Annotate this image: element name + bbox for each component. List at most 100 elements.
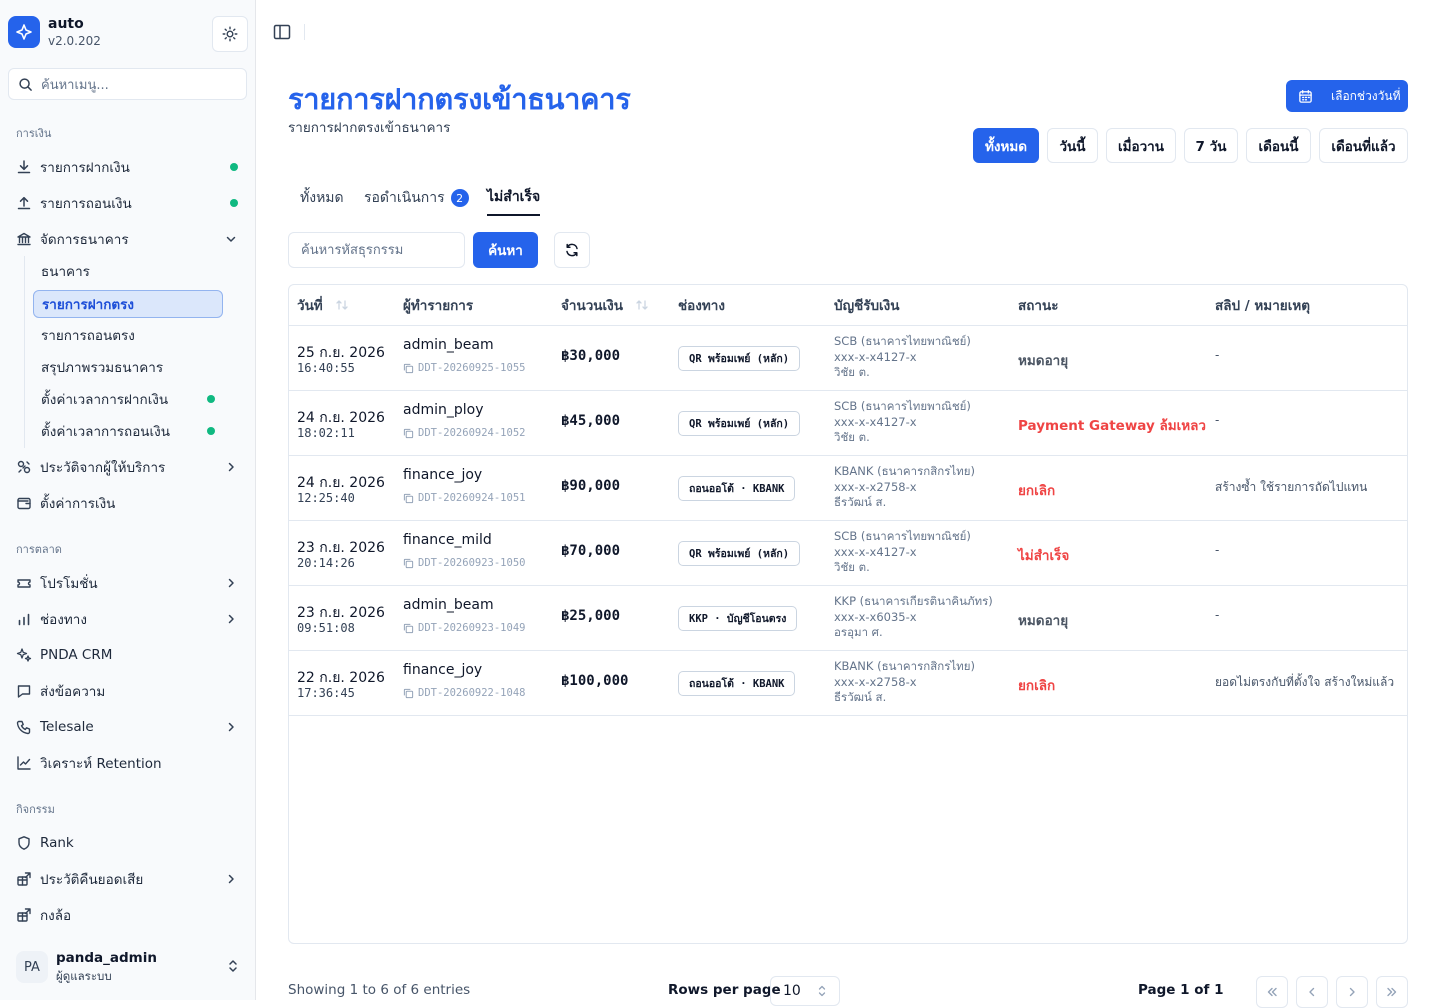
sidebar-subitem-bank-summary[interactable]: สรุปภาพรวมธนาคาร	[33, 353, 223, 381]
first-page-button[interactable]	[1256, 976, 1288, 1008]
table-row[interactable]: 25 ก.ย. 2026 16:40:55 admin_beam DDT-202609…	[289, 326, 1407, 391]
gift-share-icon	[16, 907, 32, 923]
sidebar-item-bank-management[interactable]: จัดการธนาคาร	[8, 223, 248, 255]
chevrons-up-down-icon	[818, 985, 826, 997]
sidebar-item-wheel[interactable]: กงล้อ	[8, 899, 248, 931]
table-row[interactable]: 23 ก.ย. 2026 09:51:08 admin_beam DDT-202609…	[289, 586, 1407, 651]
row-note: สร้างซ้ำ ใช้รายการถัดไปแทน	[1215, 480, 1368, 494]
entries-info: Showing 1 to 6 of 6 entries	[288, 982, 471, 998]
table-row[interactable]: 24 ก.ย. 2026 12:25:40 finance_joy DDT-20260…	[289, 456, 1407, 521]
chevron-right-icon	[228, 614, 234, 624]
row-amount: ฿45,000	[561, 413, 621, 429]
sidebar-subitem-bank[interactable]: ธนาคาร	[33, 257, 223, 285]
menu-search-input[interactable]	[41, 75, 239, 95]
status-dot	[207, 395, 215, 403]
row-reference-code: DDT-20260922-1048	[418, 687, 526, 699]
sidebar-item-telesale[interactable]: Telesale	[8, 711, 248, 743]
row-account: KBANK (ธนาคารกสิกรไทย) xxx-x-x2758-x ธีรวั…	[834, 464, 975, 511]
submenu-line	[24, 256, 25, 448]
tab-all[interactable]: ทั้งหมด	[300, 180, 344, 216]
sidebar-item-promotion[interactable]: โปรโมชั่น	[8, 567, 248, 599]
status-dot	[230, 163, 238, 171]
row-user: finance_joy	[403, 467, 483, 483]
sidebar-subitem-withdraw-time[interactable]: ตั้งค่าเวลาการถอนเงิน	[33, 417, 223, 445]
search-button[interactable]: ค้นหา	[473, 232, 538, 268]
column-header-channel: ช่องทาง	[678, 298, 725, 314]
row-note: -	[1215, 608, 1220, 622]
sidebar-item-message[interactable]: ส่งข้อความ	[8, 675, 248, 707]
channel-badge: KKP · บัญชีโอนตรง	[678, 606, 798, 631]
column-header-status: สถานะ	[1018, 298, 1059, 314]
transaction-search-input[interactable]	[288, 232, 465, 268]
chevron-right-icon	[228, 874, 234, 884]
sidebar-item-provider-history[interactable]: ประวัติจากผู้ให้บริการ	[8, 451, 248, 483]
previous-page-button[interactable]	[1296, 976, 1328, 1008]
status-dot	[207, 427, 215, 435]
chevron-left-icon	[1309, 987, 1315, 997]
row-note: -	[1215, 543, 1220, 557]
next-page-button[interactable]	[1336, 976, 1368, 1008]
app-logo-icon[interactable]	[8, 16, 40, 48]
last-page-button[interactable]	[1376, 976, 1408, 1008]
range-today-button[interactable]: วันนี้	[1047, 128, 1098, 163]
sidebar-item-label: Rank	[40, 835, 74, 851]
tab-failed[interactable]: ไม่สำเร็จ	[487, 180, 541, 216]
copy-icon[interactable]	[403, 688, 414, 699]
rows-per-page-select[interactable]: 10	[770, 976, 840, 1006]
row-reference-code: DDT-20260924-1051	[418, 492, 526, 504]
range-yesterday-button[interactable]: เมื่อวาน	[1106, 128, 1176, 163]
chevron-right-icon	[228, 722, 234, 732]
user-menu[interactable]: PA panda_admin ผู้ดูแลระบบ	[8, 944, 248, 992]
refresh-icon	[566, 243, 578, 257]
copy-icon[interactable]	[403, 623, 414, 634]
sidebar-subitem-direct-deposit[interactable]: รายการฝากตรง	[33, 290, 223, 318]
sort-icon	[336, 300, 348, 310]
column-header-label: จำนวนเงิน	[561, 298, 623, 314]
date-range-button[interactable]: เลือกช่วงวันที่	[1286, 80, 1408, 112]
sidebar-item-channel[interactable]: ช่องทาง	[8, 603, 248, 635]
row-note: -	[1215, 413, 1220, 427]
divider	[304, 24, 305, 40]
table-row[interactable]: 22 ก.ย. 2026 17:36:45 finance_joy DDT-20260…	[289, 651, 1407, 716]
copy-icon[interactable]	[403, 428, 414, 439]
sidebar-item-label: ประวัติจากผู้ให้บริการ	[40, 460, 166, 476]
sidebar-toggle-icon[interactable]	[272, 22, 292, 42]
sidebar: auto v2.0.202 การเงิน รายการฝากเงิน รายก…	[0, 0, 256, 1000]
range-all-button[interactable]: ทั้งหมด	[973, 128, 1039, 163]
sidebar-item-withdraw[interactable]: รายการถอนเงิน	[8, 187, 248, 219]
row-time: 12:25:40	[297, 491, 355, 505]
sidebar-item-retention[interactable]: วิเคราะห์ Retention	[8, 747, 248, 779]
range-this-month-button[interactable]: เดือนนี้	[1246, 128, 1311, 163]
account-name: วิชัย ต.	[834, 560, 870, 574]
chevrons-left-icon	[1267, 987, 1277, 997]
range-last-month-button[interactable]: เดือนที่แล้ว	[1319, 128, 1408, 163]
tab-pending[interactable]: รอดำเนินการ 2	[364, 180, 469, 216]
sidebar-item-deposit[interactable]: รายการฝากเงิน	[8, 151, 248, 183]
tab-label: รอดำเนินการ	[364, 190, 445, 206]
sidebar-item-crm[interactable]: PNDA CRM	[8, 639, 248, 671]
range-7days-button[interactable]: 7 วัน	[1184, 128, 1238, 163]
table-row[interactable]: 24 ก.ย. 2026 18:02:11 admin_ploy DDT-202609…	[289, 391, 1407, 456]
copy-icon[interactable]	[403, 558, 414, 569]
refresh-button[interactable]	[554, 232, 590, 268]
status-dot	[230, 199, 238, 207]
transactions-table: วันที่ ผู้ทำรายการ จำนวนเงิน ช่องทาง บัญ…	[288, 284, 1408, 944]
row-account: KBANK (ธนาคารกสิกรไทย) xxx-x-x2758-x ธีรวั…	[834, 659, 975, 706]
row-note: -	[1215, 348, 1220, 362]
table-row[interactable]: 23 ก.ย. 2026 20:14:26 finance_mild DDT-2026…	[289, 521, 1407, 586]
column-header-date[interactable]: วันที่	[297, 285, 349, 325]
theme-toggle-button[interactable]	[212, 16, 248, 52]
sidebar-subitem-deposit-time[interactable]: ตั้งค่าเวลาการฝากเงิน	[33, 385, 223, 413]
row-time: 18:02:11	[297, 426, 355, 440]
column-header-amount[interactable]: จำนวนเงิน	[561, 285, 649, 325]
sidebar-subitem-direct-withdraw[interactable]: รายการถอนตรง	[33, 321, 223, 349]
sidebar-item-rank[interactable]: Rank	[8, 827, 248, 859]
copy-icon[interactable]	[403, 493, 414, 504]
sidebar-item-finance-settings[interactable]: ตั้งค่าการเงิน	[8, 487, 248, 519]
sidebar-item-cashback[interactable]: ประวัติคืนยอดเสีย	[8, 863, 248, 895]
copy-icon[interactable]	[403, 363, 414, 374]
row-account: KKP (ธนาคารเกียรตินาคินภัทร) xxx-x-x6035-…	[834, 594, 993, 641]
line-chart-icon	[16, 755, 32, 771]
page-subtitle: รายการฝากตรงเข้าธนาคาร	[288, 120, 451, 136]
group-label-activity: กิจกรรม	[16, 803, 55, 816]
